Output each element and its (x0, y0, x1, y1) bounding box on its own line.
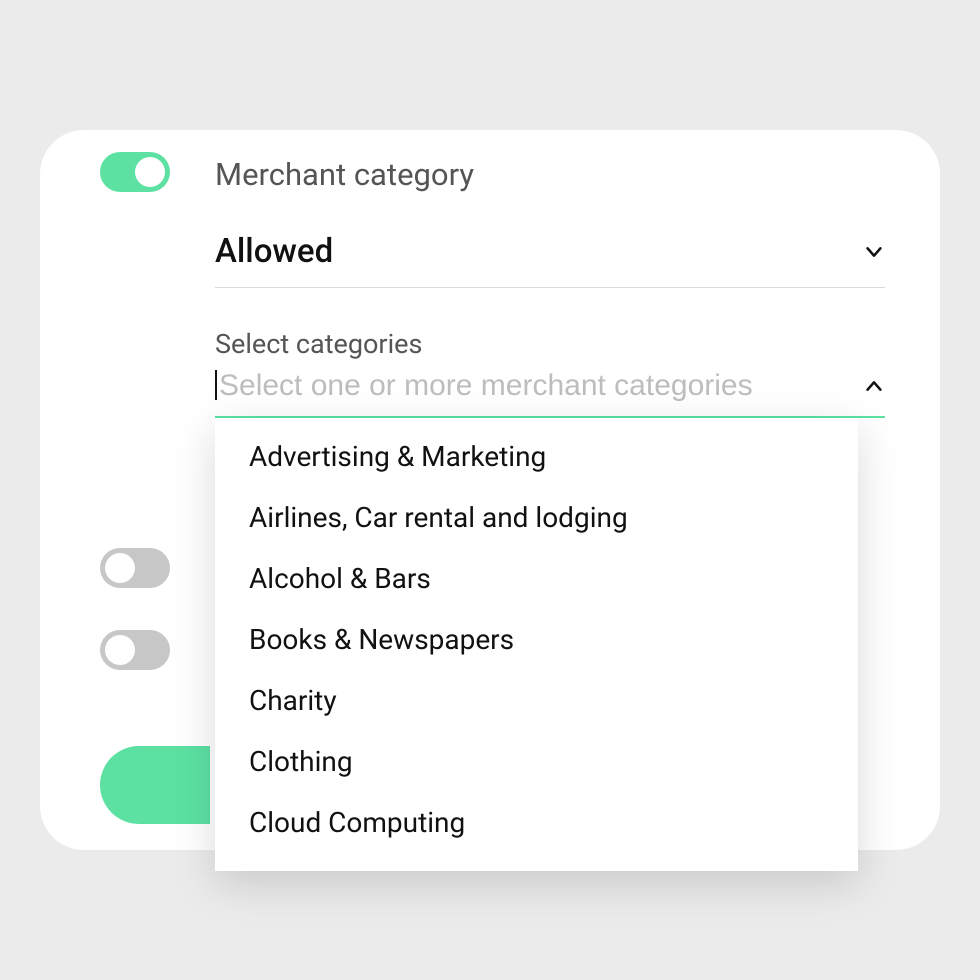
policy-select-value: Allowed (215, 232, 333, 271)
categories-input[interactable] (215, 368, 863, 404)
toggle-knob (105, 553, 135, 583)
merchant-category-toggle[interactable] (100, 152, 170, 192)
dropdown-option[interactable]: Charity (225, 670, 848, 731)
chevron-up-icon (863, 375, 885, 397)
dropdown-option[interactable]: Clothing (225, 731, 848, 792)
dropdown-option[interactable]: Books & Newspapers (225, 609, 848, 670)
categories-dropdown[interactable]: Advertising & Marketing Airlines, Car re… (215, 418, 858, 871)
primary-action-button[interactable] (100, 746, 210, 824)
dropdown-option[interactable]: Alcohol & Bars (225, 548, 848, 609)
chevron-down-icon (863, 241, 885, 263)
settings-card: Merchant category Allowed Select categor… (40, 130, 940, 850)
extra-toggle-1[interactable] (100, 548, 170, 588)
dropdown-option[interactable]: Cloud Computing (225, 792, 848, 853)
stage: Merchant category Allowed Select categor… (0, 0, 980, 980)
extra-toggle-2[interactable] (100, 630, 170, 670)
dropdown-option[interactable]: Airlines, Car rental and lodging (225, 487, 848, 548)
policy-select[interactable]: Allowed (215, 232, 885, 288)
categories-select[interactable] (215, 368, 885, 418)
dropdown-option[interactable]: Advertising & Marketing (225, 426, 848, 487)
categories-label: Select categories (215, 328, 422, 360)
toggle-knob (105, 635, 135, 665)
toggle-knob (135, 157, 165, 187)
merchant-category-title: Merchant category (215, 156, 474, 193)
text-caret (215, 370, 217, 400)
